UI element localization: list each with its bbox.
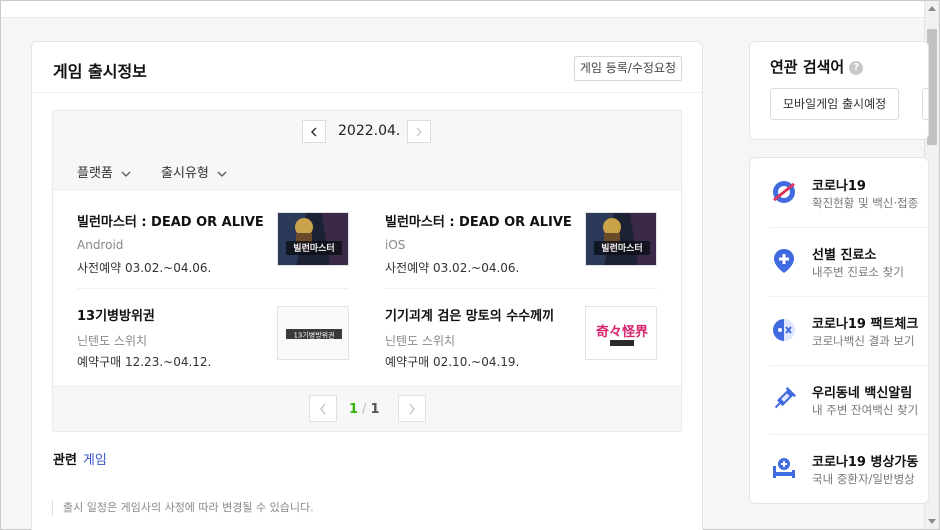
chevron-right-icon <box>416 127 423 137</box>
location-pin-icon <box>774 249 794 273</box>
related-keyword-button[interactable] <box>922 88 928 120</box>
prev-page-button[interactable] <box>309 395 337 422</box>
current-month: 2022.04. <box>338 123 401 139</box>
covid-services-card: 코로나19 확진현황 및 백신·접종 선별 진료소 내주변 진료소 찾기 코로나… <box>749 157 929 504</box>
help-icon[interactable]: ? <box>849 61 864 75</box>
chevron-down-icon <box>121 171 131 177</box>
thumbnail-text: 빌런마스터 <box>601 242 642 254</box>
service-item-covid19[interactable]: 코로나19 확진현황 및 백신·접종 <box>750 158 928 227</box>
top-bar <box>1 1 925 18</box>
service-name: 코로나19 병상가동 <box>812 455 919 470</box>
service-desc: 내주변 진료소 찾기 <box>812 265 904 279</box>
service-desc: 확진현황 및 백신·접종 <box>812 196 919 210</box>
chevron-right-icon <box>409 403 415 415</box>
card-title: 게임 출시정보 <box>53 62 147 81</box>
game-thumbnail[interactable]: 13기병방위권 <box>277 306 349 360</box>
fact-check-icon <box>773 319 795 341</box>
service-item-vaccine-alert[interactable]: 우리동네 백신알림 내 주변 잔여백신 찾기 <box>750 365 928 434</box>
month-navigator: 2022.04. <box>53 111 681 151</box>
hospital-bed-icon <box>773 458 795 478</box>
chevron-left-icon <box>320 403 326 415</box>
game-list: 빌런마스터 : DEAD OR ALIVE Android 사전예약 03.02… <box>53 189 681 387</box>
game-release-date: 예약구매 02.10.~04.19. <box>385 355 520 369</box>
release-type-filter[interactable]: 출시유형 <box>161 162 227 181</box>
total-pages: 1 <box>370 402 380 417</box>
service-desc: 코로나백신 결과 보기 <box>812 334 915 348</box>
game-release-date: 사전예약 03.02.~04.06. <box>77 261 212 275</box>
game-platform: iOS <box>385 238 406 252</box>
divider <box>32 92 702 93</box>
related-links: 관련 게임 <box>53 449 107 468</box>
scroll-down-arrow-icon[interactable] <box>928 519 936 524</box>
game-platform: 닌텐도 스위치 <box>77 334 148 348</box>
service-item-hospital-beds[interactable]: 코로나19 병상가동 국내 중환자/일반병상 <box>750 434 928 503</box>
game-release-date: 예약구매 12.23.~04.12. <box>77 355 212 369</box>
game-release-card: 게임 출시정보 게임 등록/수정요청 2022.04. 플랫폼 출시유형 빌런마… <box>31 41 703 530</box>
page-indicator: 1/1 <box>349 402 379 417</box>
service-desc: 내 주변 잔여백신 찾기 <box>812 403 919 417</box>
release-type-filter-label: 출시유형 <box>161 166 209 181</box>
game-item[interactable]: 빌런마스터 : DEAD OR ALIVE Android 사전예약 03.02… <box>77 190 349 282</box>
service-desc: 국내 중환자/일반병상 <box>812 472 915 486</box>
prev-month-button[interactable] <box>302 120 326 143</box>
related-search-card: 연관 검색어? 모바일게임 출시예정 <box>749 41 929 140</box>
syringe-icon <box>774 386 797 409</box>
game-title[interactable]: 빌런마스터 : DEAD OR ALIVE <box>385 211 577 230</box>
service-name: 우리동네 백신알림 <box>812 386 913 401</box>
page-separator: / <box>362 402 367 417</box>
game-thumbnail[interactable]: 빌런마스터 <box>585 212 657 266</box>
related-search-title: 연관 검색어? <box>770 56 864 77</box>
service-name: 선별 진료소 <box>812 248 877 263</box>
related-keyword-button[interactable]: 모바일게임 출시예정 <box>770 88 900 120</box>
chevron-down-icon <box>217 171 227 177</box>
game-thumbnail[interactable]: 奇々怪界 <box>585 306 657 360</box>
game-item[interactable]: 빌런마스터 : DEAD OR ALIVE iOS 사전예약 03.02.~04… <box>385 190 657 282</box>
game-platform: 닌텐도 스위치 <box>385 334 456 348</box>
service-name: 코로나19 팩트체크 <box>812 317 919 332</box>
game-item[interactable]: 기기괴계 검은 망토의 수수께끼 닌텐도 스위치 예약구매 02.10.~04.… <box>385 284 657 376</box>
chevron-left-icon <box>310 127 317 137</box>
thumbnail-text: 13기병방위권 <box>293 331 334 340</box>
virus-icon <box>773 181 795 203</box>
scroll-up-arrow-icon[interactable] <box>928 6 936 11</box>
current-page: 1 <box>349 402 359 417</box>
game-platform: Android <box>77 238 124 252</box>
game-release-date: 사전예약 03.02.~04.06. <box>385 261 520 275</box>
related-game-link[interactable]: 게임 <box>83 453 107 468</box>
game-title[interactable]: 빌런마스터 : DEAD OR ALIVE <box>77 211 269 230</box>
release-panel: 2022.04. 플랫폼 출시유형 빌런마스터 : DEAD OR ALIVE … <box>52 110 682 432</box>
schedule-notice: 출시 일정은 게임사의 사정에 따라 변경될 수 있습니다. <box>52 500 314 516</box>
related-label: 관련 <box>53 453 77 468</box>
service-item-screening-clinic[interactable]: 선별 진료소 내주변 진료소 찾기 <box>750 227 928 296</box>
game-thumbnail[interactable]: 빌런마스터 <box>277 212 349 266</box>
game-item[interactable]: 13기병방위권 닌텐도 스위치 예약구매 12.23.~04.12. 13기병방… <box>77 284 349 376</box>
platform-filter-label: 플랫폼 <box>77 166 113 181</box>
next-month-button[interactable] <box>407 120 431 143</box>
game-title[interactable]: 기기괴계 검은 망토의 수수께끼 <box>385 305 577 324</box>
register-request-button[interactable]: 게임 등록/수정요청 <box>573 56 682 81</box>
pagination: 1/1 <box>53 387 681 431</box>
thumbnail-text: 奇々怪界 <box>596 324 648 340</box>
thumbnail-text: 빌런마스터 <box>293 242 334 254</box>
next-page-button[interactable] <box>398 395 426 422</box>
service-name: 코로나19 <box>812 179 866 194</box>
platform-filter[interactable]: 플랫폼 <box>77 162 131 181</box>
game-title[interactable]: 13기병방위권 <box>77 305 269 324</box>
related-search-label: 연관 검색어 <box>770 58 845 76</box>
service-item-fact-check[interactable]: 코로나19 팩트체크 코로나백신 결과 보기 <box>750 296 928 365</box>
